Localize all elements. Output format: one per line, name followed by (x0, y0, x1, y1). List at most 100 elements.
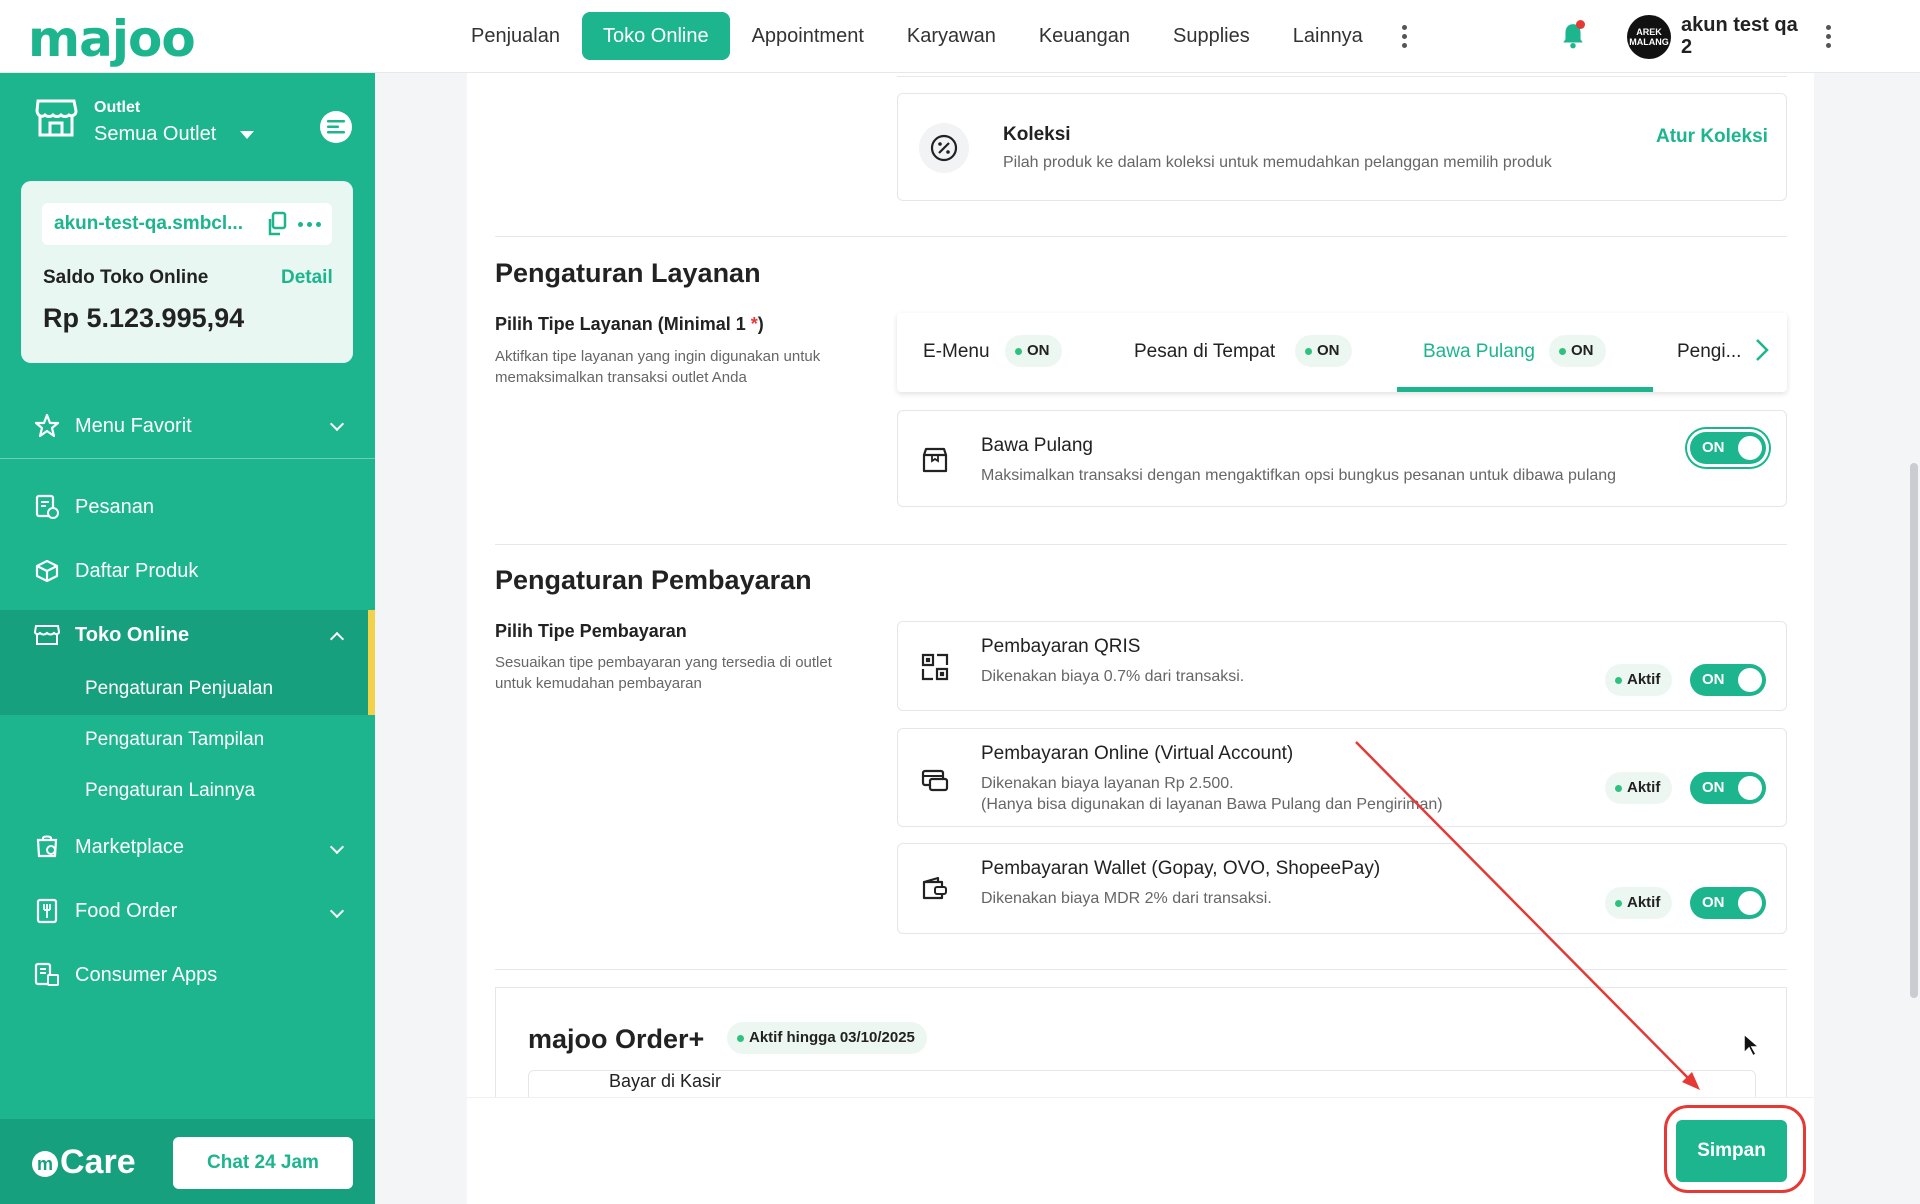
sidebar-label: Pesanan (75, 496, 154, 518)
balance-label: Saldo Toko Online (43, 267, 209, 288)
sidebar-label: Food Order (75, 900, 178, 922)
status-badge: ON (1005, 335, 1062, 367)
nav-supplies[interactable]: Supplies (1152, 12, 1271, 60)
wallet-icon (922, 876, 947, 900)
copy-icon[interactable] (264, 211, 288, 237)
sidebar-label: Daftar Produk (75, 560, 199, 582)
chevron-up-icon (329, 631, 345, 647)
payment-qris-toggle[interactable]: ON (1690, 664, 1766, 696)
sidebar-item-consumer-apps[interactable]: Consumer Apps (0, 944, 375, 1006)
user-menu-icon[interactable] (1826, 25, 1831, 48)
store-url-box[interactable]: akun-test-qa.smbcl... (42, 203, 332, 245)
nav-toko-online[interactable]: Toko Online (581, 12, 730, 60)
sidebar-label: Toko Online (75, 624, 190, 646)
care-logo: m Care (32, 1143, 136, 1182)
avatar[interactable]: AREK MALANG (1627, 15, 1671, 59)
chevron-right-icon[interactable] (1747, 335, 1777, 365)
payment-title: Pembayaran Wallet (Gopay, OVO, ShopeePay… (981, 858, 1381, 879)
top-bar: majoo Penjualan Toko Online Appointment … (0, 0, 1920, 73)
food-order-icon (36, 898, 58, 924)
field-desc-tipe-pembayaran: Sesuaikan tipe pembayaran yang tersedia … (495, 654, 832, 692)
care-m-icon: m (32, 1151, 58, 1178)
sidebar-item-pengaturan-tampilan[interactable]: Pengaturan Tampilan (85, 729, 264, 751)
tab-pengiriman[interactable]: Pengi... (1653, 313, 1747, 392)
balance-value: Rp 5.123.995,94 (43, 303, 245, 333)
discount-icon (919, 123, 969, 173)
tab-bawa-pulang[interactable]: Bawa Pulang ON (1397, 313, 1653, 392)
sidebar-item-menu-favorit[interactable]: Menu Favorit (0, 393, 375, 459)
qris-icon (921, 653, 949, 681)
top-navigation: Penjualan Toko Online Appointment Karyaw… (450, 12, 1421, 60)
sidebar-label: Menu Favorit (75, 415, 192, 437)
status-badge: Aktif (1605, 664, 1673, 696)
nav-more-icon[interactable] (1389, 12, 1421, 60)
scrollbar[interactable] (1910, 463, 1918, 998)
order-plus-title: majoo Order+ (528, 1024, 705, 1054)
user-name[interactable]: akun test qa 2 (1681, 14, 1811, 58)
star-icon (34, 413, 60, 438)
consumer-apps-icon (34, 962, 59, 986)
mouse-cursor-icon (1743, 1032, 1762, 1058)
section-title-pembayaran: Pengaturan Pembayaran (495, 565, 812, 595)
chevron-down-icon (329, 903, 345, 919)
sticky-footer (467, 1097, 1814, 1204)
section-title-layanan: Pengaturan Layanan (495, 258, 761, 288)
field-label-tipe-layanan: Pilih Tipe Layanan (Minimal 1 *) (495, 314, 764, 334)
store-icon (35, 99, 78, 137)
sidebar-item-pengaturan-lainnya[interactable]: Pengaturan Lainnya (85, 780, 255, 802)
payment-title: Pembayaran Online (Virtual Account) (981, 743, 1294, 764)
order-icon (35, 494, 59, 519)
chevron-down-icon (329, 416, 345, 432)
balance-detail-link[interactable]: Detail (281, 267, 333, 289)
tab-e-menu[interactable]: E-Menu ON (897, 313, 1097, 392)
virtual-account-icon (921, 769, 949, 792)
koleksi-title: Koleksi (1003, 124, 1071, 145)
bawa-pulang-card: Bawa Pulang Maksimalkan transaksi dengan… (897, 410, 1787, 507)
active-tab-underline (1397, 387, 1653, 392)
divider (495, 544, 1787, 545)
sidebar-item-daftar-produk[interactable]: Daftar Produk (0, 540, 375, 602)
payment-desc: Dikenakan biaya MDR 2% dari transaksi. (981, 890, 1272, 907)
tab-pesan-di-tempat[interactable]: Pesan di Tempat ON (1097, 313, 1397, 392)
sidebar-item-food-order[interactable]: Food Order (0, 880, 375, 942)
field-desc-tipe-layanan: Aktifkan tipe layanan yang ingin digunak… (495, 348, 821, 386)
store-url[interactable]: akun-test-qa.smbcl... (54, 213, 254, 235)
atur-koleksi-link[interactable]: Atur Koleksi (1656, 126, 1768, 148)
care-footer: m Care Chat 24 Jam (0, 1119, 375, 1204)
sidebar-label: Consumer Apps (75, 964, 218, 986)
divider (495, 236, 1787, 237)
sidebar-item-pesanan[interactable]: Pesanan (0, 476, 375, 538)
online-store-balance-card: akun-test-qa.smbcl... Saldo Toko Online … (21, 181, 353, 363)
status-badge: Aktif hingga 03/10/2025 (727, 1022, 927, 1054)
nav-penjualan[interactable]: Penjualan (450, 12, 581, 60)
takeaway-box-icon (922, 447, 948, 473)
payment-qris-card: Pembayaran QRIS Dikenakan biaya 0.7% dar… (897, 621, 1787, 711)
bawa-pulang-toggle[interactable]: ON (1690, 432, 1766, 464)
status-badge: ON (1295, 335, 1352, 367)
nav-karyawan[interactable]: Karyawan (886, 12, 1017, 60)
service-type-tabs: E-Menu ON Pesan di Tempat ON Bawa Pulang… (897, 313, 1787, 392)
chat-24-jam-button[interactable]: Chat 24 Jam (173, 1137, 353, 1189)
collapse-sidebar-button[interactable] (320, 111, 352, 143)
sidebar-label: Marketplace (75, 836, 184, 858)
notification-dot (1576, 20, 1585, 29)
bawa-pulang-desc: Maksimalkan transaksi dengan mengaktifka… (981, 467, 1617, 484)
sidebar-item-marketplace[interactable]: Marketplace (0, 816, 375, 878)
payment-title: Pembayaran QRIS (981, 636, 1141, 657)
outlet-value[interactable]: Semua Outlet (94, 123, 216, 146)
majoo-logo[interactable]: majoo (28, 10, 196, 68)
koleksi-card: Koleksi Pilah produk ke dalam koleksi un… (897, 93, 1787, 201)
more-options-icon[interactable] (298, 222, 321, 227)
sidebar: Outlet Semua Outlet akun-test-qa.smbcl..… (0, 73, 375, 1204)
sidebar-item-pengaturan-penjualan[interactable]: Pengaturan Penjualan (85, 678, 273, 700)
divider (897, 76, 1787, 77)
nav-lainnya[interactable]: Lainnya (1272, 12, 1384, 60)
nav-keuangan[interactable]: Keuangan (1018, 12, 1151, 60)
bawa-pulang-title: Bawa Pulang (981, 435, 1093, 456)
payment-desc: Dikenakan biaya 0.7% dari transaksi. (981, 668, 1245, 685)
caret-down-icon[interactable] (240, 131, 254, 139)
order-plus-option-title: Bayar di Kasir (609, 1071, 722, 1091)
chevron-down-icon (329, 839, 345, 855)
nav-appointment[interactable]: Appointment (731, 12, 885, 60)
sidebar-item-toko-online[interactable]: Toko Online (0, 604, 375, 666)
